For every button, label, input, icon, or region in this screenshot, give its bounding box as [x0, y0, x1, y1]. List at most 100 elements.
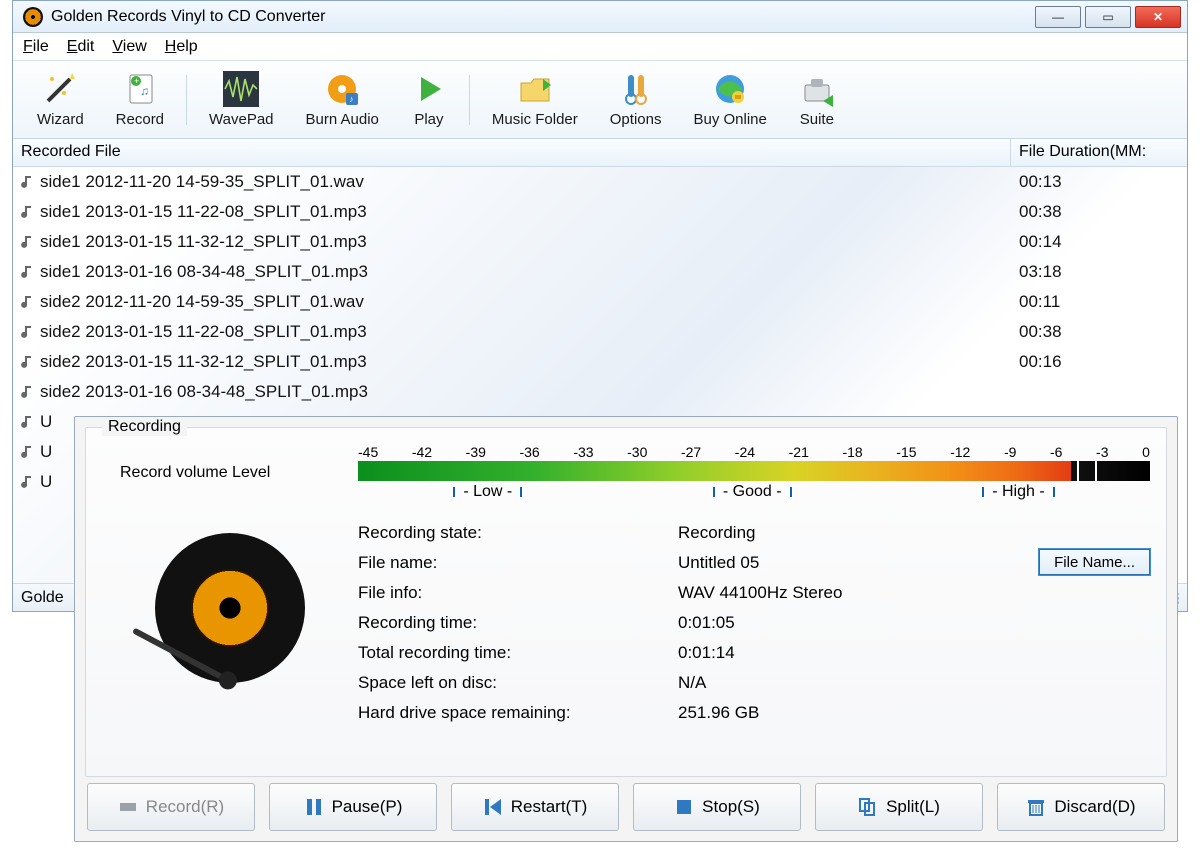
toolbar-suite-label: Suite [800, 111, 834, 128]
note-icon [21, 354, 37, 370]
toolbar-separator [186, 75, 187, 125]
file-name-cell: side2 2012-11-20 14-59-35_SPLIT_01.wav [40, 292, 1011, 312]
stop-button-label: Stop(S) [702, 797, 760, 817]
table-row[interactable]: side2 2013-01-15 11-32-12_SPLIT_01.mp300… [13, 347, 1187, 377]
suite-icon [799, 71, 835, 107]
toolbar-options[interactable]: Options [594, 67, 678, 132]
titlebar: Golden Records Vinyl to CD Converter — ▭… [13, 1, 1187, 33]
window-title: Golden Records Vinyl to CD Converter [51, 8, 326, 26]
record-button-label: Record(R) [146, 797, 224, 817]
split-button[interactable]: Split(L) [815, 783, 983, 831]
toolbar-buy[interactable]: Buy Online [677, 67, 782, 132]
vinyl-icon [155, 533, 305, 683]
file-name-cell: side1 2013-01-15 11-32-12_SPLIT_01.mp3 [40, 232, 1011, 252]
play-icon [411, 71, 447, 107]
file-name-button[interactable]: File Name... [1039, 549, 1150, 575]
toolbar: Wizard +♫ Record WavePad ♪ Burn Audio Pl… [13, 61, 1187, 139]
file-name-cell: side1 2013-01-15 11-22-08_SPLIT_01.mp3 [40, 202, 1011, 222]
volume-label: Record volume Level [102, 464, 358, 482]
table-row[interactable]: side1 2013-01-15 11-22-08_SPLIT_01.mp300… [13, 197, 1187, 227]
toolbar-burn[interactable]: ♪ Burn Audio [290, 67, 395, 132]
label-hdd: Hard drive space remaining: [358, 703, 678, 723]
note-icon [21, 204, 37, 220]
recording-info: Recording state: Recording File name: Un… [358, 523, 1150, 723]
maximize-button[interactable]: ▭ [1085, 6, 1131, 28]
trash-icon [1026, 797, 1046, 817]
file-name-cell: side1 2012-11-20 14-59-35_SPLIT_01.wav [40, 172, 1011, 192]
menu-file[interactable]: File [23, 38, 49, 56]
file-duration-cell: 00:16 [1011, 352, 1187, 372]
restart-icon [483, 797, 503, 817]
toolbar-record[interactable]: +♫ Record [100, 67, 180, 132]
toolbar-separator [469, 75, 470, 125]
vinyl-graphic [102, 523, 358, 723]
table-row[interactable]: side1 2012-11-20 14-59-35_SPLIT_01.wav00… [13, 167, 1187, 197]
note-icon [21, 384, 37, 400]
menu-edit[interactable]: Edit [67, 38, 95, 56]
label-disc: Space left on disc: [358, 673, 678, 693]
globe-icon [712, 71, 748, 107]
discard-button[interactable]: Discard(D) [997, 783, 1165, 831]
table-row[interactable]: side2 2013-01-15 11-22-08_SPLIT_01.mp300… [13, 317, 1187, 347]
music-folder-icon [517, 71, 553, 107]
minimize-button[interactable]: — [1035, 6, 1081, 28]
scale-tick: -15 [896, 444, 916, 460]
close-button[interactable]: ✕ [1135, 6, 1181, 28]
toolbar-folder[interactable]: Music Folder [476, 67, 594, 132]
col-file-duration[interactable]: File Duration(MM: [1011, 139, 1187, 166]
svg-text:♫: ♫ [140, 84, 149, 98]
menubar: File Edit View Help [13, 33, 1187, 61]
toolbar-wavepad-label: WavePad [209, 111, 273, 128]
menu-view[interactable]: View [112, 38, 146, 56]
scale-tick: 0 [1142, 444, 1150, 460]
file-duration-cell: 03:18 [1011, 262, 1187, 282]
discard-button-label: Discard(D) [1054, 797, 1135, 817]
scale-tick: -6 [1050, 444, 1062, 460]
toolbar-buy-label: Buy Online [693, 111, 766, 128]
toolbar-burn-label: Burn Audio [306, 111, 379, 128]
burn-disc-icon: ♪ [324, 71, 360, 107]
toolbar-wizard[interactable]: Wizard [21, 67, 100, 132]
recording-dialog: Recording Record volume Level -45-42-39-… [74, 416, 1178, 842]
table-row[interactable]: side2 2012-11-20 14-59-35_SPLIT_01.wav00… [13, 287, 1187, 317]
recording-buttons: Record(R) Pause(P) Restart(T) Stop(S) Sp… [75, 783, 1177, 841]
scale-tick: -33 [573, 444, 593, 460]
restart-button[interactable]: Restart(T) [451, 783, 619, 831]
toolbar-wavepad[interactable]: WavePad [193, 67, 289, 132]
volume-bar [358, 461, 1150, 481]
record-button[interactable]: Record(R) [87, 783, 255, 831]
toolbar-suite[interactable]: Suite [783, 67, 851, 132]
note-icon [21, 174, 37, 190]
value-info: WAV 44100Hz Stereo [678, 583, 1138, 603]
toolbar-play[interactable]: Play [395, 67, 463, 132]
recording-main: Recording state: Recording File name: Un… [102, 523, 1150, 723]
value-time: 0:01:05 [678, 613, 1138, 633]
file-duration-cell: 00:14 [1011, 232, 1187, 252]
scale-tick: -21 [789, 444, 809, 460]
scale-tick: -27 [681, 444, 701, 460]
window-controls: — ▭ ✕ [1035, 6, 1185, 28]
file-name-cell: side2 2013-01-15 11-22-08_SPLIT_01.mp3 [40, 322, 1011, 342]
menu-help[interactable]: Help [165, 38, 198, 56]
value-total: 0:01:14 [678, 643, 1138, 663]
svg-text:+: + [134, 76, 139, 86]
table-row[interactable]: side1 2013-01-15 11-32-12_SPLIT_01.mp300… [13, 227, 1187, 257]
scale-tick: -12 [950, 444, 970, 460]
table-row[interactable]: side1 2013-01-16 08-34-48_SPLIT_01.mp303… [13, 257, 1187, 287]
stop-button[interactable]: Stop(S) [633, 783, 801, 831]
note-icon [21, 414, 37, 430]
stop-icon [674, 797, 694, 817]
quality-high: - High - [992, 483, 1044, 501]
col-recorded-file[interactable]: Recorded File [13, 139, 1011, 166]
label-info: File info: [358, 583, 678, 603]
pause-button[interactable]: Pause(P) [269, 783, 437, 831]
toolbar-record-label: Record [116, 111, 164, 128]
scale-tick: -9 [1004, 444, 1016, 460]
file-name-cell: side2 2013-01-16 08-34-48_SPLIT_01.mp3 [40, 382, 1011, 402]
file-duration-cell: 00:38 [1011, 322, 1187, 342]
scale-tick: -3 [1096, 444, 1108, 460]
table-row[interactable]: side2 2013-01-16 08-34-48_SPLIT_01.mp3 [13, 377, 1187, 407]
note-icon [21, 264, 37, 280]
scale-tick: -42 [412, 444, 432, 460]
file-duration-cell: 00:38 [1011, 202, 1187, 222]
